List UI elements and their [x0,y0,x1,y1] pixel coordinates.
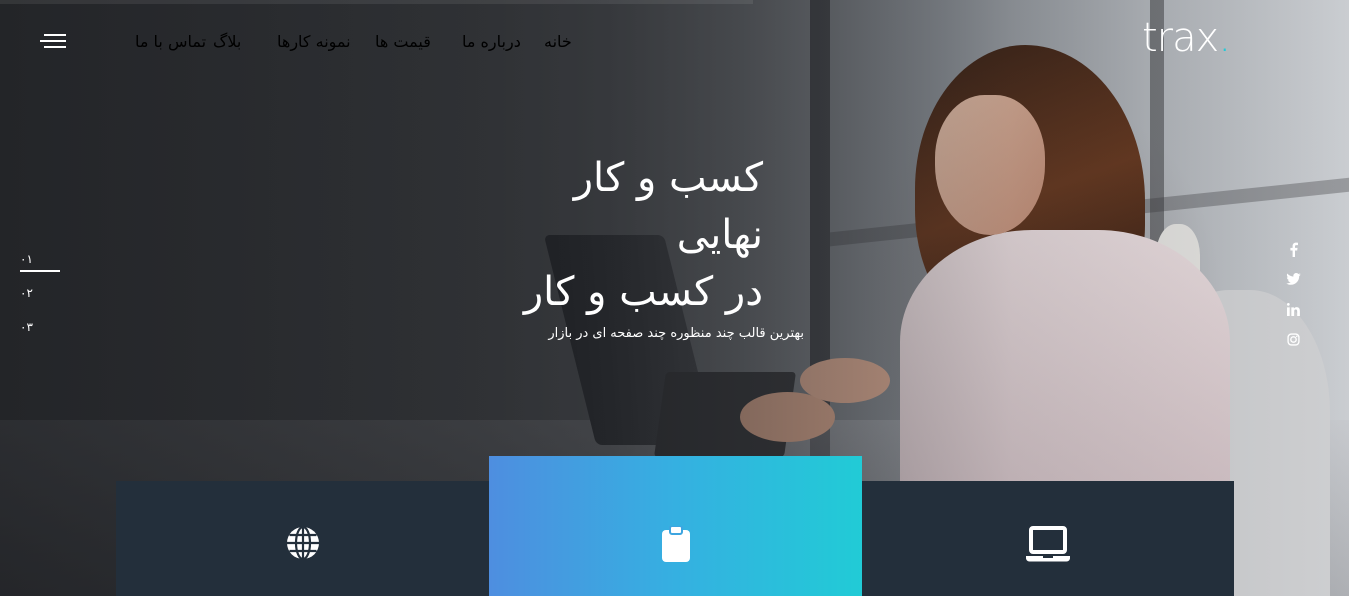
feature-card-development[interactable] [862,481,1234,596]
hamburger-menu-icon[interactable] [40,34,66,50]
nav-item-blog[interactable]: بلاگ [213,32,241,51]
nav-item-pricing[interactable]: قیمت ها [375,32,431,51]
nav-item-contact[interactable]: تماس با ما [135,32,206,51]
headline-line-2: نهایی [676,212,763,258]
slide-indicator-3[interactable]: ۰۳ [20,320,33,334]
hero-headline: کسب و کار نهایی در کسب و کار [524,150,763,321]
facebook-icon[interactable] [1284,240,1302,258]
slide-indicator-2[interactable]: ۰۲ [20,286,33,300]
feature-card-web[interactable] [116,481,489,596]
site-logo[interactable]: trax. [1142,18,1231,58]
headline-line-1: کسب و کار [573,155,763,201]
laptop-icon [1026,526,1070,566]
linkedin-icon[interactable] [1284,300,1302,318]
headline-line-3: در کسب و کار [523,269,763,315]
instagram-icon[interactable] [1284,330,1302,348]
twitter-icon[interactable] [1284,270,1302,288]
nav-item-about[interactable]: درباره ما [462,32,521,51]
nav-item-home[interactable]: خانه [544,32,572,51]
globe-icon [286,525,320,564]
feature-card-planning[interactable] [489,456,862,596]
hero-subtitle: بهترین قالب چند منظوره چند صفحه ای در با… [548,326,804,341]
clipboard-icon [661,525,690,566]
slide-indicator-1[interactable]: ۰۱ [20,252,33,266]
nav-item-portfolio[interactable]: نمونه کارها [277,32,351,51]
active-slide-bar [20,270,60,272]
